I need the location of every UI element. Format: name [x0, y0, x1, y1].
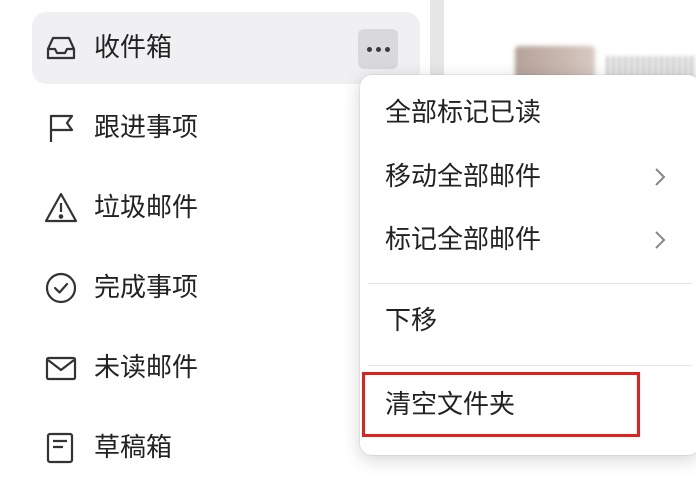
- menu-divider: [368, 365, 692, 366]
- sidebar-item-label: 收件箱: [94, 33, 173, 63]
- draft-icon: [44, 431, 78, 465]
- menu-divider: [368, 283, 692, 284]
- sidebar-item-label: 草稿箱: [94, 433, 173, 463]
- highlight-box: [362, 372, 640, 437]
- menu-item-mark-all-read[interactable]: 全部标记已读: [360, 83, 696, 143]
- more-options-button[interactable]: [358, 29, 398, 69]
- inbox-icon: [44, 31, 78, 65]
- flag-icon: [44, 111, 78, 145]
- chevron-right-icon: [655, 168, 666, 186]
- menu-item-label: 移动全部邮件: [385, 162, 542, 192]
- menu-item-move-all[interactable]: 移动全部邮件: [360, 147, 696, 207]
- warning-icon: [44, 191, 78, 225]
- menu-item-label: 全部标记已读: [385, 98, 542, 128]
- sidebar-item-label: 跟进事项: [94, 113, 199, 143]
- sidebar-item-label: 垃圾邮件: [94, 193, 199, 223]
- menu-item-label: 标记全部邮件: [385, 225, 542, 255]
- sidebar-item-label: 未读邮件: [94, 353, 199, 383]
- check-circle-icon: [44, 271, 78, 305]
- menu-item-move-down[interactable]: 下移: [360, 291, 696, 351]
- sidebar-item-label: 完成事项: [94, 273, 199, 303]
- menu-item-mark-all[interactable]: 标记全部邮件: [360, 210, 696, 270]
- envelope-icon: [44, 351, 78, 385]
- chevron-right-icon: [655, 231, 666, 249]
- menu-item-label: 下移: [385, 306, 438, 336]
